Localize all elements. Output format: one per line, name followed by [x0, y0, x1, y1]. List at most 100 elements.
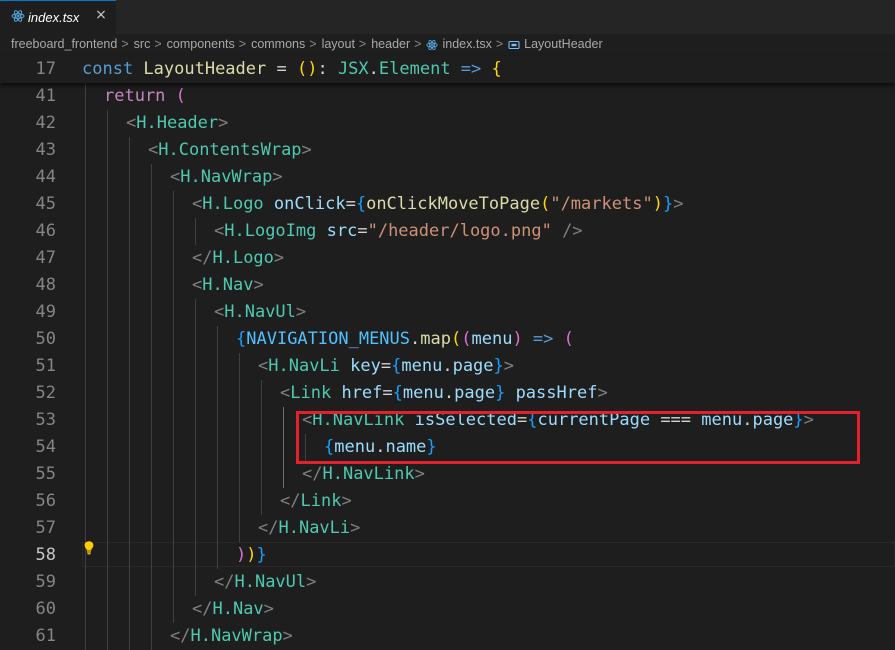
code-token: menu — [402, 383, 444, 403]
code-line[interactable]: 57 </H.NavLi> — [0, 515, 895, 542]
code-text: <H.NavWrap> — [170, 164, 283, 191]
code-token: Link — [290, 383, 332, 403]
code-text: </H.Nav> — [192, 596, 274, 623]
line-number: 46 — [35, 221, 56, 241]
code-token: . — [410, 329, 421, 349]
code-token: < — [192, 275, 203, 295]
code-line[interactable]: 52 <Link href={menu.page} passHref> — [0, 380, 895, 407]
code-token: . — [368, 59, 379, 79]
breadcrumb-item[interactable]: commons — [251, 37, 305, 51]
code-line[interactable]: 49 <H.NavUl> — [0, 299, 895, 326]
code-token: </ — [192, 248, 213, 268]
code-line[interactable]: 48 <H.Nav> — [0, 272, 895, 299]
code-token: ) — [246, 545, 257, 565]
code-line[interactable]: 58))} — [0, 542, 895, 569]
code-token: page — [452, 356, 494, 376]
code-token: < — [170, 167, 181, 187]
line-number: 52 — [35, 383, 56, 403]
line-number: 48 — [35, 275, 56, 295]
code-token: } — [493, 356, 504, 376]
code-token: passHref — [515, 383, 598, 403]
code-token: H.Nav — [202, 275, 254, 295]
code-text: </H.NavLink> — [302, 461, 425, 488]
code-token: > — [673, 194, 684, 214]
code-token: { — [391, 356, 402, 376]
code-token: > — [306, 572, 317, 592]
close-icon[interactable]: × — [94, 8, 108, 22]
code-token: ) — [236, 545, 247, 565]
indent-guide — [217, 326, 218, 569]
code-token: /> — [551, 221, 583, 241]
code-text: </H.NavUl> — [214, 569, 316, 596]
line-number: 57 — [35, 518, 56, 538]
code-token: => — [450, 59, 492, 79]
code-token: menu — [471, 329, 513, 349]
breadcrumb-separator: > — [121, 37, 129, 51]
code-line[interactable]: 43 <H.ContentsWrap> — [0, 137, 895, 164]
line-number: 44 — [35, 167, 56, 187]
line-number: 41 — [35, 86, 56, 106]
code-token: > — [350, 518, 361, 538]
code-line[interactable]: 59 </H.NavUl> — [0, 569, 895, 596]
code-token: = — [357, 221, 368, 241]
code-token: > — [273, 248, 285, 268]
code-token: = — [380, 356, 392, 376]
indent-guide — [85, 83, 86, 650]
breadcrumb-item[interactable]: src — [134, 37, 151, 51]
code-line[interactable]: 60 </H.Nav> — [0, 596, 895, 623]
code-token: { — [236, 329, 247, 349]
code-token: = — [266, 59, 297, 79]
code-token: H.Header — [136, 113, 219, 133]
code-token: H.NavLi — [268, 356, 340, 376]
code-token: map — [420, 329, 451, 349]
code-line[interactable]: 42 <H.Header> — [0, 110, 895, 137]
code-token: > — [597, 383, 608, 403]
code-line[interactable]: 47 </H.Logo> — [0, 245, 895, 272]
code-token: } — [495, 383, 506, 403]
code-token: </ — [280, 491, 301, 511]
code-token: page — [454, 383, 496, 403]
line-number: 53 — [35, 410, 56, 430]
breadcrumb-item[interactable]: LayoutHeader — [524, 37, 603, 51]
code-line[interactable]: 46 <H.LogoImg src="/header/logo.png" /> — [0, 218, 895, 245]
code-line[interactable]: 44 <H.NavWrap> — [0, 164, 895, 191]
code-token: "/header/logo.png" — [367, 221, 552, 241]
code-token: </ — [302, 464, 323, 484]
code-line[interactable]: 50 {NAVIGATION_MENUS.map((menu) => ( — [0, 326, 895, 353]
code-token: ) — [652, 194, 663, 214]
code-token: src — [326, 221, 358, 241]
line-number: 47 — [35, 248, 56, 268]
indent-guide — [239, 353, 240, 542]
line-number: 43 — [35, 140, 56, 160]
sticky-scroll-line[interactable]: 17 const LayoutHeader = (): JSX.Element =… — [0, 56, 895, 83]
code-line[interactable]: 45 <H.Logo onClick={onClickMoveToPage("/m… — [0, 191, 895, 218]
indent-guide — [283, 407, 284, 488]
code-line[interactable]: 41 return ( — [0, 83, 895, 110]
line-number: 56 — [35, 491, 56, 511]
lightbulb-icon[interactable] — [82, 540, 96, 556]
code-token: > — [218, 113, 229, 133]
code-token: </ — [258, 518, 279, 538]
code-token: > — [341, 491, 352, 511]
breadcrumb-item[interactable]: header — [371, 37, 410, 51]
breadcrumb-item[interactable]: index.tsx — [442, 37, 491, 51]
code-text: </H.NavLi> — [258, 515, 360, 542]
tab-index-tsx[interactable]: index.tsx × — [0, 0, 116, 34]
breadcrumb-item[interactable]: freeboard_frontend — [11, 37, 117, 51]
code-token: return — [104, 86, 176, 106]
indent-guide — [195, 299, 196, 596]
code-token: Link — [300, 491, 342, 511]
indent-guide — [195, 218, 196, 245]
code-editor[interactable]: 17 const LayoutHeader = (): JSX.Element =… — [0, 56, 895, 650]
code-line[interactable]: 55 </H.NavLink> — [0, 461, 895, 488]
breadcrumb-item[interactable]: layout — [322, 37, 355, 51]
code-token: < — [126, 113, 137, 133]
code-token: H.LogoImg — [224, 221, 317, 241]
code-token: onClickMoveToPage — [366, 194, 541, 214]
code-token: onClick — [273, 194, 346, 214]
code-line[interactable]: 51 <H.NavLi key={menu.page}> — [0, 353, 895, 380]
code-line[interactable]: 61 </H.NavWrap> — [0, 623, 895, 650]
breadcrumb-item[interactable]: components — [167, 37, 235, 51]
code-line[interactable]: 56 </Link> — [0, 488, 895, 515]
